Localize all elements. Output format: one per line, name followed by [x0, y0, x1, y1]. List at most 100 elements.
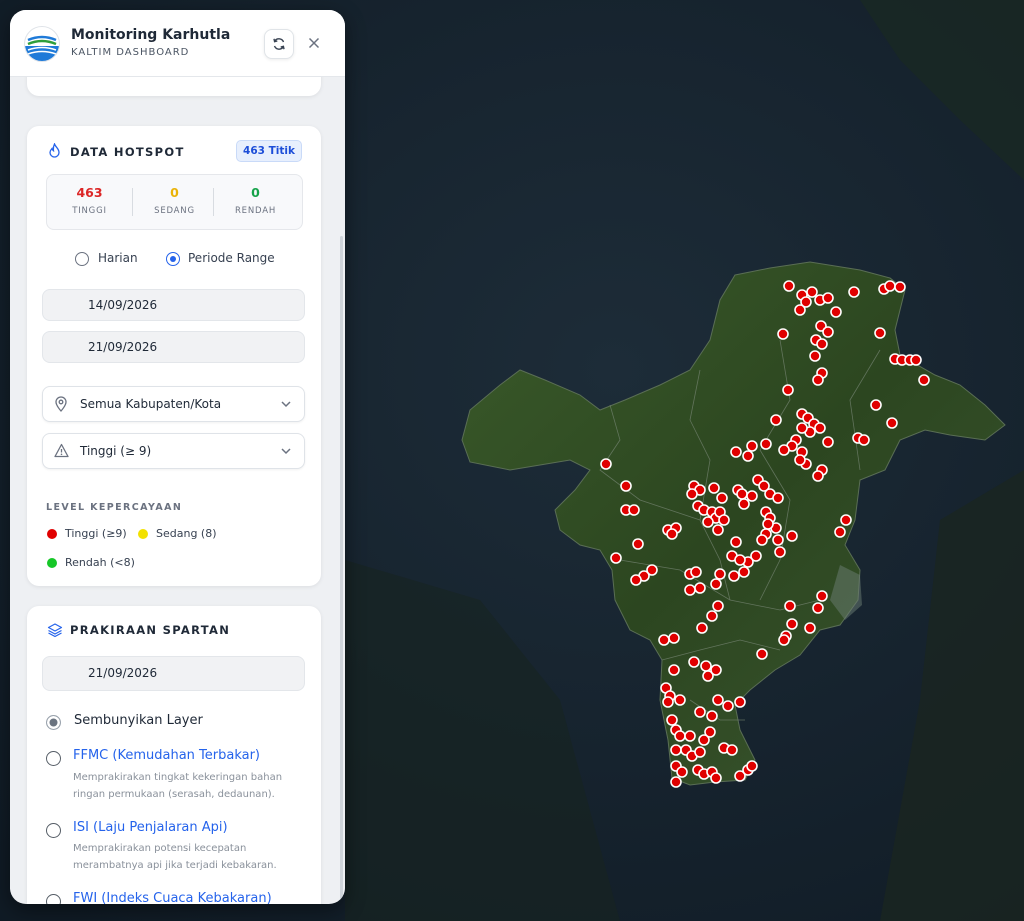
hotspot-marker[interactable]	[684, 730, 696, 742]
hotspot-marker[interactable]	[822, 326, 834, 338]
option-fwi-title[interactable]: FWI (Indeks Cuaca Kebakaran)	[73, 891, 272, 904]
hotspot-marker[interactable]	[812, 470, 824, 482]
hotspot-marker[interactable]	[814, 422, 826, 434]
hotspot-marker[interactable]	[822, 436, 834, 448]
hotspot-marker[interactable]	[674, 694, 686, 706]
hotspot-marker[interactable]	[774, 546, 786, 558]
hotspot-marker[interactable]	[874, 327, 886, 339]
hotspot-marker[interactable]	[726, 744, 738, 756]
hotspot-marker[interactable]	[686, 488, 698, 500]
hotspot-marker[interactable]	[658, 634, 670, 646]
hotspot-marker[interactable]	[710, 664, 722, 676]
hotspot-marker[interactable]	[710, 578, 722, 590]
radio-fwi[interactable]	[46, 894, 61, 904]
hotspot-marker[interactable]	[746, 440, 758, 452]
hotspot-marker[interactable]	[716, 492, 728, 504]
hotspot-marker[interactable]	[730, 446, 742, 458]
radio-harian[interactable]	[75, 252, 89, 266]
hotspot-marker[interactable]	[786, 530, 798, 542]
hotspot-marker[interactable]	[630, 574, 642, 586]
hotspot-marker[interactable]	[772, 534, 784, 546]
date-start-input[interactable]: 14/09/2026	[42, 289, 305, 321]
hotspot-marker[interactable]	[694, 706, 706, 718]
hotspot-marker[interactable]	[756, 534, 768, 546]
hotspot-marker[interactable]	[674, 730, 686, 742]
hotspot-marker[interactable]	[708, 482, 720, 494]
level-select[interactable]: Tinggi (≥ 9)	[42, 433, 305, 469]
option-sembunyikan-layer[interactable]: Sembunyikan Layer	[74, 713, 203, 728]
hotspot-marker[interactable]	[670, 744, 682, 756]
hotspot-marker[interactable]	[666, 528, 678, 540]
hotspot-marker[interactable]	[830, 306, 842, 318]
hotspot-marker[interactable]	[670, 776, 682, 788]
radio-ffmc[interactable]	[46, 751, 61, 766]
hotspot-marker[interactable]	[632, 538, 644, 550]
hotspot-marker[interactable]	[694, 746, 706, 758]
hotspot-marker[interactable]	[712, 694, 724, 706]
hotspot-marker[interactable]	[746, 760, 758, 772]
hotspot-marker[interactable]	[782, 384, 794, 396]
hotspot-marker[interactable]	[736, 488, 748, 500]
hotspot-marker[interactable]	[702, 516, 714, 528]
hotspot-marker[interactable]	[738, 498, 750, 510]
hotspot-marker[interactable]	[777, 328, 789, 340]
hotspot-marker[interactable]	[809, 350, 821, 362]
hotspot-marker[interactable]	[794, 304, 806, 316]
region-select[interactable]: Semua Kabupaten/Kota	[42, 386, 305, 422]
hotspot-marker[interactable]	[806, 286, 818, 298]
hotspot-marker[interactable]	[710, 772, 722, 784]
hotspot-marker[interactable]	[700, 660, 712, 672]
radio-periode-range-label[interactable]: Periode Range	[188, 251, 275, 265]
hotspot-marker[interactable]	[746, 490, 758, 502]
radio-harian-label[interactable]: Harian	[98, 251, 138, 265]
refresh-button[interactable]	[264, 29, 294, 59]
hotspot-marker[interactable]	[628, 504, 640, 516]
hotspot-marker[interactable]	[778, 634, 790, 646]
hotspot-marker[interactable]	[718, 514, 730, 526]
hotspot-marker[interactable]	[756, 648, 768, 660]
hotspot-marker[interactable]	[712, 600, 724, 612]
hotspot-marker[interactable]	[690, 566, 702, 578]
hotspot-marker[interactable]	[676, 766, 688, 778]
hotspot-marker[interactable]	[762, 518, 774, 530]
radio-sembunyikan-layer[interactable]	[46, 715, 61, 730]
hotspot-marker[interactable]	[870, 399, 882, 411]
radio-isi[interactable]	[46, 823, 61, 838]
hotspot-marker[interactable]	[696, 622, 708, 634]
hotspot-marker[interactable]	[770, 414, 782, 426]
hotspot-marker[interactable]	[772, 492, 784, 504]
hotspot-marker[interactable]	[712, 524, 724, 536]
hotspot-marker[interactable]	[742, 450, 754, 462]
hotspot-marker[interactable]	[684, 584, 696, 596]
hotspot-marker[interactable]	[778, 444, 790, 456]
hotspot-marker[interactable]	[730, 536, 742, 548]
option-isi-title[interactable]: ISI (Laju Penjalaran Api)	[73, 820, 228, 835]
hotspot-marker[interactable]	[668, 632, 680, 644]
hotspot-marker[interactable]	[848, 286, 860, 298]
hotspot-marker[interactable]	[666, 714, 678, 726]
hotspot-marker[interactable]	[722, 700, 734, 712]
spartan-date-input[interactable]: 21/09/2026	[42, 656, 305, 691]
date-end-input[interactable]: 21/09/2026	[42, 331, 305, 363]
radio-periode-range[interactable]	[166, 252, 180, 266]
hotspot-marker[interactable]	[894, 281, 906, 293]
hotspot-marker[interactable]	[816, 590, 828, 602]
panel-scroll-area[interactable]: DATA HOTSPOT 463 Titik 463 TINGGI 0 SEDA…	[10, 76, 345, 904]
hotspot-marker[interactable]	[783, 280, 795, 292]
hotspot-marker[interactable]	[688, 656, 700, 668]
hotspot-marker[interactable]	[784, 600, 796, 612]
hotspot-marker[interactable]	[734, 696, 746, 708]
hotspot-marker[interactable]	[760, 438, 772, 450]
hotspot-marker[interactable]	[694, 582, 706, 594]
hotspot-marker[interactable]	[886, 417, 898, 429]
hotspot-marker[interactable]	[620, 480, 632, 492]
hotspot-marker[interactable]	[794, 454, 806, 466]
hotspot-marker[interactable]	[610, 552, 622, 564]
hotspot-marker[interactable]	[796, 422, 808, 434]
panel-scrollbar[interactable]	[340, 236, 343, 904]
hotspot-marker[interactable]	[816, 338, 828, 350]
hotspot-marker[interactable]	[600, 458, 612, 470]
hotspot-marker[interactable]	[812, 602, 824, 614]
hotspot-marker[interactable]	[822, 292, 834, 304]
hotspot-marker[interactable]	[884, 280, 896, 292]
